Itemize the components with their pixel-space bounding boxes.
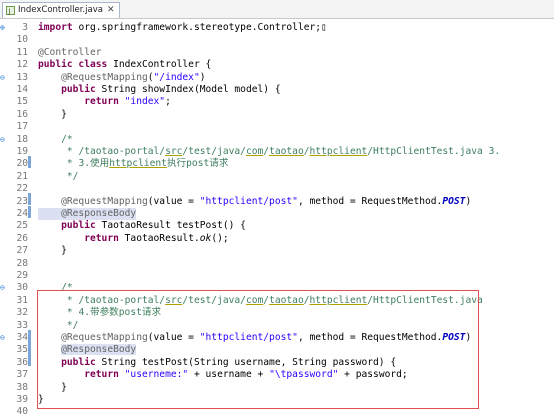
code-text: return TaotaoResult.ok(); [84, 232, 229, 244]
svg-text:J: J [8, 8, 11, 16]
code-text: * 3.使用httpclient执行post请求 [66, 158, 229, 170]
code-editor[interactable]: 3 ⊕ import org.springframework.stereotype.… [0, 19, 554, 417]
code-line[interactable]: 21 */ [0, 171, 554, 183]
close-icon[interactable]: ✕ [107, 3, 115, 18]
line-number: 21 [16, 170, 28, 182]
line-number: 15 [16, 96, 28, 108]
code-text: @RequestMapping(value = "httpclient/post… [61, 195, 472, 207]
line-number: 23 [16, 195, 28, 207]
line-number: 33 [16, 319, 28, 331]
code-text: */ [66, 170, 79, 182]
code-text: } [38, 108, 67, 120]
code-line[interactable]: 11 @Controller [0, 47, 554, 59]
fold-icon[interactable]: ⊖ [0, 332, 5, 344]
code-line[interactable]: 13 ⊖ @RequestMapping("/index") [0, 72, 554, 84]
line-number: 12 [16, 59, 28, 71]
code-text: @Controller [38, 46, 102, 58]
line-number: 27 [16, 245, 28, 257]
code-text: public TaotaoResult testPost() { [61, 220, 246, 232]
code-line[interactable]: 16 } [0, 109, 554, 121]
code-text: @ResponseBody [38, 208, 137, 221]
code-text: * /taotao-portal/src/test/java/com/taota… [66, 146, 501, 157]
line-number: 17 [16, 121, 28, 133]
line-number: 25 [16, 220, 28, 232]
fold-icon[interactable]: ⊖ [0, 134, 5, 146]
line-number: 19 [16, 146, 28, 157]
line-number: 29 [16, 270, 28, 281]
code-line[interactable]: 23 @RequestMapping(value = "httpclient/p… [0, 196, 554, 208]
tab-label: IndexController.java [18, 5, 103, 15]
code-line[interactable]: 17 [0, 121, 554, 133]
line-number: 24 [16, 208, 28, 219]
code-text: return "index"; [84, 96, 171, 108]
code-line[interactable]: 15 return "index"; [0, 96, 554, 108]
code-line[interactable]: 25 public TaotaoResult testPost() { [0, 220, 554, 232]
code-text: public class IndexController { [38, 59, 212, 71]
line-number: 26 [16, 232, 28, 244]
code-line[interactable]: 26 return TaotaoResult.ok(); [0, 233, 554, 245]
code-line[interactable]: 24 @ResponseBody [0, 208, 554, 221]
code-text: public String showIndex(Model model) { [61, 84, 281, 95]
java-file-icon: J [6, 6, 15, 15]
code-line[interactable]: 10 [0, 34, 554, 46]
highlight-box [37, 290, 479, 409]
code-line[interactable]: 3 ⊕ import org.springframework.stereotype.… [0, 22, 554, 34]
line-number: 31 [16, 294, 28, 306]
line-number: 38 [16, 381, 28, 393]
code-line[interactable]: 28 [0, 258, 554, 270]
line-number: 16 [16, 108, 28, 120]
line-number: 22 [16, 183, 28, 195]
line-number: 32 [16, 307, 28, 319]
code-text: /* [61, 133, 73, 145]
fold-icon[interactable]: ⊖ [0, 282, 5, 294]
line-number: 28 [16, 257, 28, 269]
code-line[interactable]: 18 ⊖ /* [0, 134, 554, 146]
code-line[interactable]: 19 * /taotao-portal/src/test/java/com/ta… [0, 146, 554, 158]
line-number: 36 [16, 356, 28, 368]
code-text: import org.springframework.stereotype.Co… [38, 22, 327, 33]
editor-tab-bar: J IndexController.java ✕ [0, 0, 554, 19]
line-number: 11 [16, 46, 28, 58]
line-number: 35 [16, 344, 28, 356]
code-line[interactable]: 20 * 3.使用httpclient执行post请求 [0, 158, 554, 170]
line-number: 39 [16, 394, 28, 405]
line-number: 14 [16, 84, 28, 95]
line-number: 20 [16, 158, 28, 170]
code-line[interactable]: 12 public class IndexController { [0, 59, 554, 71]
line-number: 40 [16, 406, 28, 418]
line-number: 10 [16, 34, 28, 46]
fold-icon[interactable]: ⊖ [0, 72, 5, 84]
tab-indexcontroller-java[interactable]: J IndexController.java ✕ [2, 2, 120, 18]
code-text: @RequestMapping("/index") [61, 71, 206, 83]
code-line[interactable]: 14 public String showIndex(Model model) … [0, 84, 554, 96]
code-line[interactable]: 29 [0, 270, 554, 282]
line-number: 37 [16, 369, 28, 381]
code-text: } [38, 245, 67, 257]
fold-icon[interactable]: ⊕ [0, 22, 5, 34]
code-line[interactable]: 27 } [0, 245, 554, 257]
code-line[interactable]: 22 [0, 183, 554, 195]
